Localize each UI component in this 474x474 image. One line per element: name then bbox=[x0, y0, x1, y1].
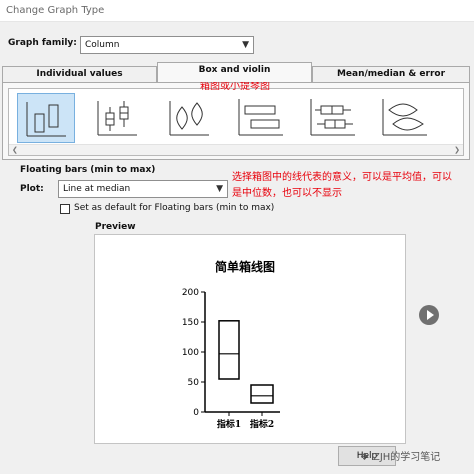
graph-family-select[interactable]: Column ▼ bbox=[80, 36, 254, 54]
y-tick-label: 0 bbox=[193, 408, 199, 418]
gallery-item-row-box-whisker[interactable] bbox=[305, 93, 363, 143]
graph-type-gallery: ❮ ❯ bbox=[8, 88, 464, 156]
graph-family-label: Graph family: bbox=[8, 38, 77, 48]
gallery-item-column-box-whisker[interactable] bbox=[89, 93, 147, 143]
chevron-down-icon: ▼ bbox=[242, 40, 249, 50]
plot-select-value: Line at median bbox=[63, 184, 131, 194]
chart-title: 简单箱线图 bbox=[215, 259, 275, 274]
window-title: Change Graph Type bbox=[6, 5, 105, 16]
floating-bars-title: Floating bars (min to max) bbox=[20, 165, 156, 175]
set-default-checkbox-label: Set as default for Floating bars (min to… bbox=[74, 203, 275, 213]
gallery-item-column-floating-bars[interactable] bbox=[17, 93, 75, 143]
y-tick-label: 100 bbox=[182, 348, 199, 358]
x-tick-label: 指标2 bbox=[250, 418, 274, 430]
chevron-down-icon: ▼ bbox=[216, 184, 223, 194]
y-tick-label: 50 bbox=[188, 378, 200, 388]
play-icon bbox=[427, 310, 434, 320]
preview-label: Preview bbox=[95, 222, 136, 232]
preview-panel: 简单箱线图 0 50 100 150 200 指标1 指标2 bbox=[94, 234, 406, 444]
row-floating-bars-icon bbox=[238, 99, 283, 136]
tab-individual-values[interactable]: Individual values bbox=[2, 66, 157, 82]
y-tick-label: 200 bbox=[182, 288, 199, 298]
dialog-body: Graph family: Column ▼ Individual values… bbox=[0, 22, 474, 474]
gallery-item-row-floating-bars[interactable] bbox=[233, 93, 291, 143]
row-box-whisker-icon bbox=[310, 99, 355, 136]
y-tick-label: 150 bbox=[182, 318, 199, 328]
set-default-checkbox[interactable] bbox=[60, 204, 70, 214]
annotation-plot-note: 选择箱图中的线代表的意义，可以是平均值，可以是中位数，也可以不显示 bbox=[232, 172, 452, 199]
graph-family-value: Column bbox=[85, 40, 120, 50]
chevron-left-icon[interactable]: ❮ bbox=[12, 146, 18, 154]
title-bar: Change Graph Type bbox=[0, 0, 474, 22]
plot-label: Plot: bbox=[20, 184, 44, 194]
plot-select[interactable]: Line at median ▼ bbox=[58, 180, 228, 198]
column-violin-icon bbox=[169, 101, 209, 136]
play-preview-button[interactable] bbox=[419, 305, 439, 325]
x-tick-label: 指标1 bbox=[217, 418, 241, 430]
tab-box-and-violin[interactable]: Box and violin bbox=[157, 62, 312, 82]
gallery-item-row-violin[interactable] bbox=[377, 93, 435, 143]
floating-bar bbox=[218, 320, 240, 380]
row-violin-icon bbox=[382, 99, 427, 136]
watermark-text: ZJH的学习笔记 bbox=[372, 452, 441, 463]
floating-bar bbox=[250, 384, 274, 404]
tab-mean-median-error[interactable]: Mean/median & error bbox=[312, 66, 470, 82]
gallery-scrollbar[interactable]: ❮ ❯ bbox=[9, 144, 463, 155]
column-box-whisker-icon bbox=[97, 101, 137, 136]
watermark: ❖ ZJH的学习笔记 bbox=[360, 448, 440, 463]
gallery-item-column-violin[interactable] bbox=[161, 93, 219, 143]
chevron-right-icon[interactable]: ❯ bbox=[454, 146, 460, 154]
wechat-icon: ❖ bbox=[360, 452, 369, 463]
preview-chart: 简单箱线图 0 50 100 150 200 指标1 指标2 bbox=[182, 259, 280, 430]
column-floating-bars-icon bbox=[26, 102, 66, 137]
